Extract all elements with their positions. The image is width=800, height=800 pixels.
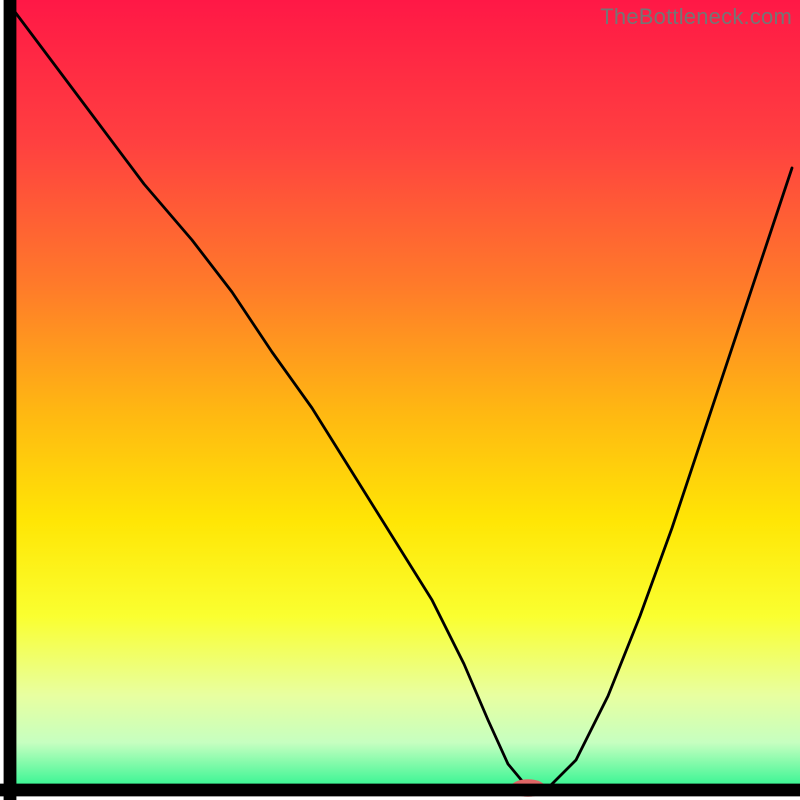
watermark-text: TheBottleneck.com [600, 4, 792, 30]
plot-background [10, 0, 800, 790]
minimum-marker [510, 779, 545, 797]
chart-svg [0, 0, 800, 800]
chart-container: TheBottleneck.com [0, 0, 800, 800]
